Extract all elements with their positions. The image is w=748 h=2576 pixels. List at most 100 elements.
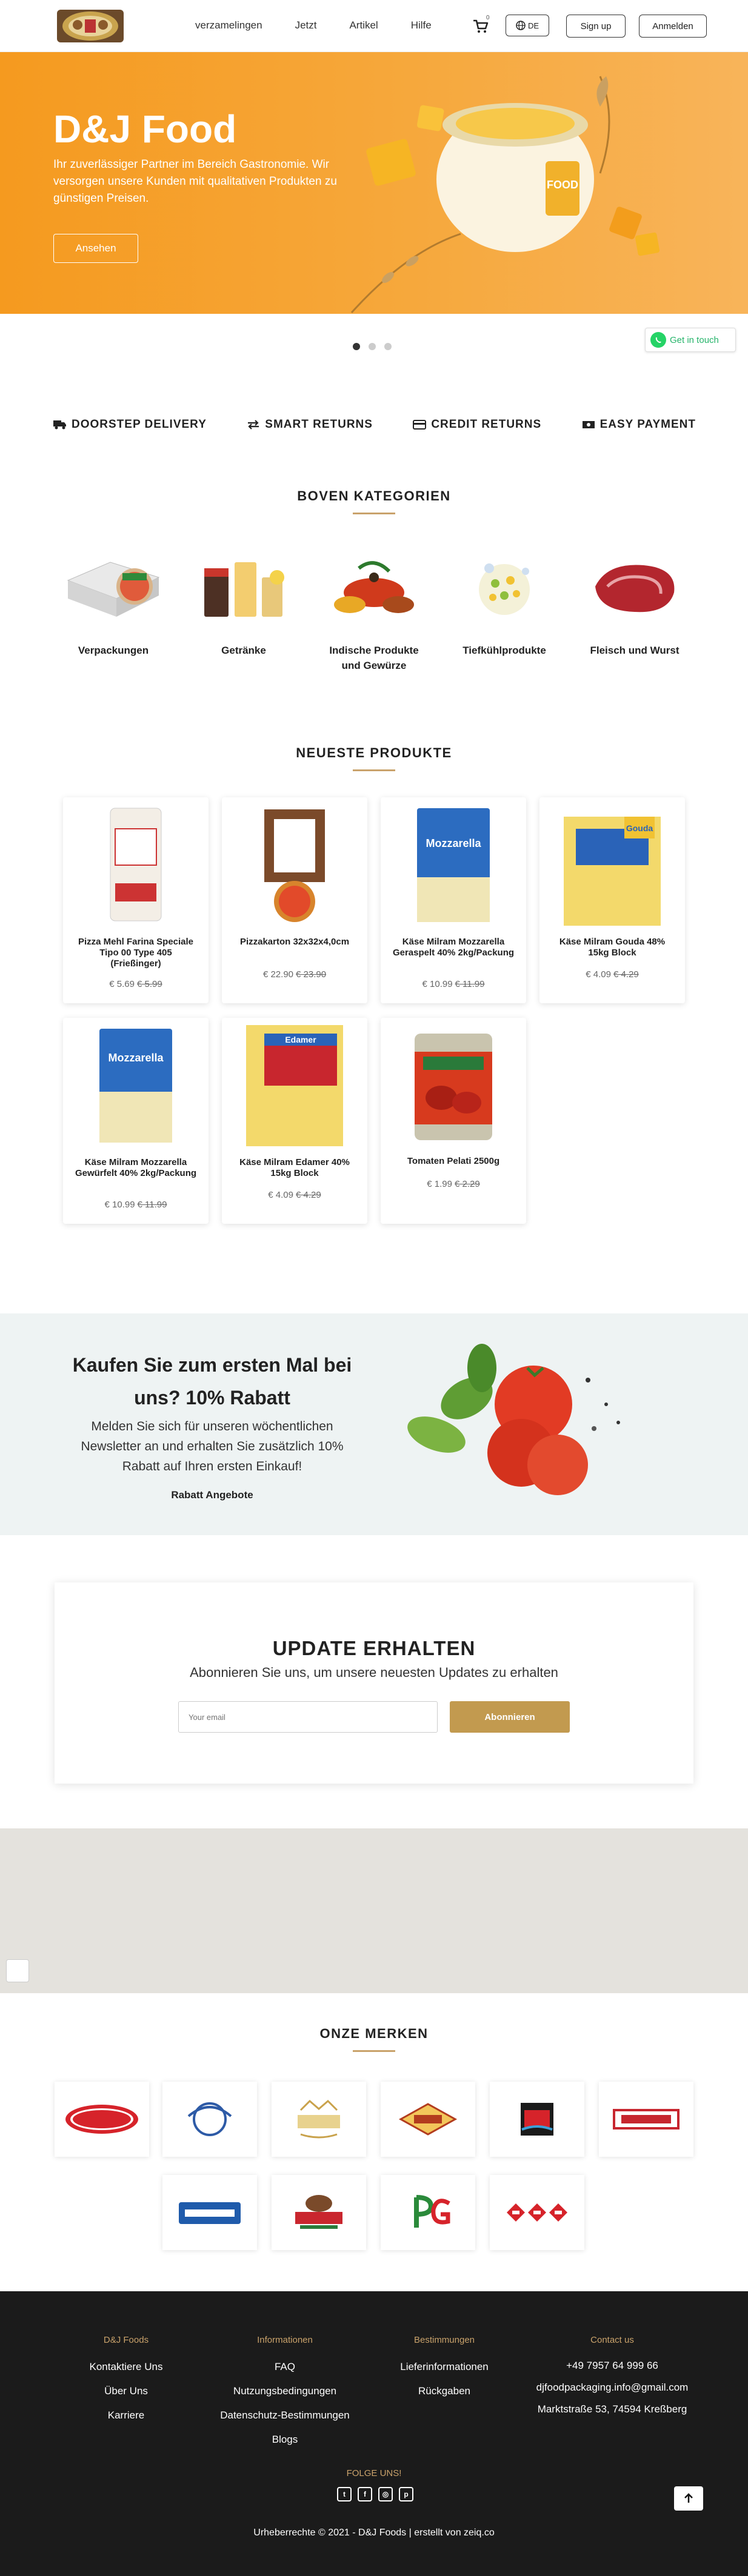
old-price: € 5.99 [137, 979, 162, 989]
product-card[interactable]: Pizza Mehl Farina Speciale Tipo 00 Type … [63, 797, 209, 1003]
category-image [204, 562, 284, 617]
twitter-icon[interactable]: t [337, 2487, 352, 2501]
cart-button[interactable]: 0 [472, 15, 490, 35]
brand-tile-mdh[interactable] [490, 2175, 584, 2250]
product-card[interactable]: Tomaten Pelati 2500g € 1.99 € 2.29 [381, 1018, 526, 1224]
product-image [415, 1034, 492, 1140]
category-item-meat[interactable]: Fleisch und Wurst [583, 544, 686, 673]
footer-link-faq[interactable]: FAQ [206, 2355, 364, 2379]
product-card[interactable]: Pizzakarton 32x32x4,0cm € 22.90 € 23.90 [222, 797, 367, 1003]
newsletter-subtitle: Abonnieren Sie uns, um unsere neuesten U… [190, 1665, 558, 1680]
language-selector[interactable]: DE [506, 15, 549, 36]
brand-tile-mikado[interactable] [272, 2082, 366, 2157]
footer-link-careers[interactable]: Karriere [65, 2403, 187, 2428]
product-image: Edamer [246, 1025, 343, 1146]
carousel-dot[interactable] [353, 343, 360, 350]
product-card[interactable]: Mozzarella Käse Milram Mozzarella Gewürf… [63, 1018, 209, 1224]
map-embed[interactable] [0, 1828, 748, 1993]
pg-logo [414, 2195, 450, 2228]
category-label: Fleisch und Wurst [590, 645, 680, 656]
current-price: € 5.69 [109, 979, 135, 989]
map-control-button[interactable] [6, 1959, 29, 1982]
globe-icon [516, 21, 526, 30]
current-price: € 1.99 [427, 1179, 452, 1189]
brand-tile-pataks[interactable] [381, 2082, 475, 2157]
signup-button[interactable]: Sign up [566, 15, 626, 38]
footer-link-contact[interactable]: Kontaktiere Uns [65, 2355, 187, 2379]
hero-view-button[interactable]: Ansehen [53, 234, 138, 263]
footer-link-terms[interactable]: Nutzungsbedingungen [206, 2379, 364, 2403]
la-perla-logo [187, 2102, 232, 2136]
top-navbar: verzamelingen Jetzt Artikel Hilfe 0 DE S… [0, 0, 748, 52]
nav-link-now[interactable]: Jetzt [295, 19, 317, 32]
footer-link-delivery[interactable]: Lieferinformationen [381, 2355, 508, 2379]
email-input[interactable] [178, 1701, 438, 1733]
brand-tile-pg[interactable] [381, 2175, 475, 2250]
footer-email[interactable]: djfoodpackaging.info@gmail.com [521, 2377, 703, 2398]
footer-link-privacy[interactable]: Datenschutz-Bestimmungen [206, 2403, 364, 2428]
svg-text:FOOD: FOOD [547, 179, 578, 191]
brand-tile-naarmann[interactable] [599, 2082, 693, 2157]
footer-link-returns[interactable]: Rückgaben [381, 2379, 508, 2403]
product-card[interactable]: Mozzarella Käse Milram Mozzarella Gerasp… [381, 797, 526, 1003]
credit-card-icon [413, 420, 427, 430]
product-image: Mozzarella [417, 808, 490, 922]
old-price: € 4.29 [613, 969, 639, 980]
cart-count: 0 [486, 15, 490, 21]
footer-phone[interactable]: +49 7957 64 999 66 [521, 2355, 703, 2377]
trs-logo [521, 2103, 553, 2136]
nav-link-collections[interactable]: verzamelingen [195, 19, 262, 32]
milram-logo [179, 2202, 241, 2224]
category-image [67, 562, 160, 617]
brand-tile-divella[interactable] [272, 2175, 366, 2250]
brand-tile-la-perla[interactable] [162, 2082, 257, 2157]
login-button[interactable]: Anmelden [639, 15, 707, 38]
logo[interactable] [53, 5, 127, 47]
carousel-dot[interactable] [384, 343, 392, 350]
pinterest-icon[interactable]: p [399, 2487, 413, 2501]
footer-address: Marktstraße 53, 74594 Kreßberg [537, 2403, 687, 2415]
category-item-indian-spices[interactable]: Indische Produkte und Gewürze [322, 544, 426, 673]
categories-title: BOVEN KATEGORIEN [297, 488, 451, 503]
product-card[interactable]: Gouda Käse Milram Gouda 48% 15kg Block €… [539, 797, 685, 1003]
product-card[interactable]: Edamer Käse Milram Edamer 40% 15kg Block… [222, 1018, 367, 1224]
promo-link[interactable]: Rabatt Angebote [61, 1489, 364, 1501]
current-price: € 4.09 [268, 1190, 293, 1200]
product-price: € 4.09 € 4.29 [222, 1190, 367, 1200]
brand-tile-trs[interactable] [490, 2082, 584, 2157]
feature-label: EASY PAYMENT [599, 418, 696, 431]
brand-tile-milram[interactable] [162, 2175, 257, 2250]
category-item-drinks[interactable]: Getränke [192, 544, 295, 673]
footer-column-contact: Contact us +49 7957 64 999 66 djfoodpack… [521, 2335, 703, 2420]
carousel-dot[interactable] [369, 343, 376, 350]
whatsapp-icon [650, 332, 666, 348]
social-links: t f ◎ p [337, 2487, 413, 2501]
product-name: Pizzakarton 32x32x4,0cm [239, 937, 350, 947]
product-name: Käse Milram Mozzarella Geraspelt 40% 2kg… [392, 937, 515, 958]
arrow-up-icon [684, 2493, 693, 2503]
nav-link-help[interactable]: Hilfe [411, 19, 432, 32]
old-price: € 2.29 [455, 1179, 480, 1189]
footer-link-blogs[interactable]: Blogs [206, 2428, 364, 2452]
category-item-packaging[interactable]: Verpackungen [62, 544, 165, 673]
category-item-frozen[interactable]: Tiefkühlprodukte [453, 544, 556, 673]
mdh-logo [507, 2203, 567, 2222]
product-price: € 10.99 € 11.99 [381, 979, 526, 989]
hero-banner: D&J Food Ihr zuverlässiger Partner im Be… [0, 52, 748, 314]
title-underline [353, 769, 395, 771]
footer-link-about[interactable]: Über Uns [65, 2379, 187, 2403]
nav-link-articles[interactable]: Artikel [349, 19, 378, 32]
instagram-icon[interactable]: ◎ [378, 2487, 393, 2501]
facebook-icon[interactable]: f [358, 2487, 372, 2501]
brand-tile-barilla[interactable] [55, 2082, 149, 2157]
product-price: € 22.90 € 23.90 [222, 969, 367, 980]
current-price: € 4.09 [586, 969, 611, 980]
scroll-to-top-button[interactable] [674, 2486, 703, 2511]
footer-heading: Contact us [590, 2335, 634, 2345]
subscribe-button[interactable]: Abonnieren [450, 1701, 570, 1733]
get-in-touch-widget[interactable]: Get in touch [645, 328, 736, 352]
language-label: DE [527, 21, 539, 30]
barilla-logo [65, 2105, 138, 2134]
get-in-touch-label: Get in touch [670, 334, 719, 345]
newsletter-card: UPDATE ERHALTEN Abonnieren Sie uns, um u… [55, 1582, 693, 1784]
